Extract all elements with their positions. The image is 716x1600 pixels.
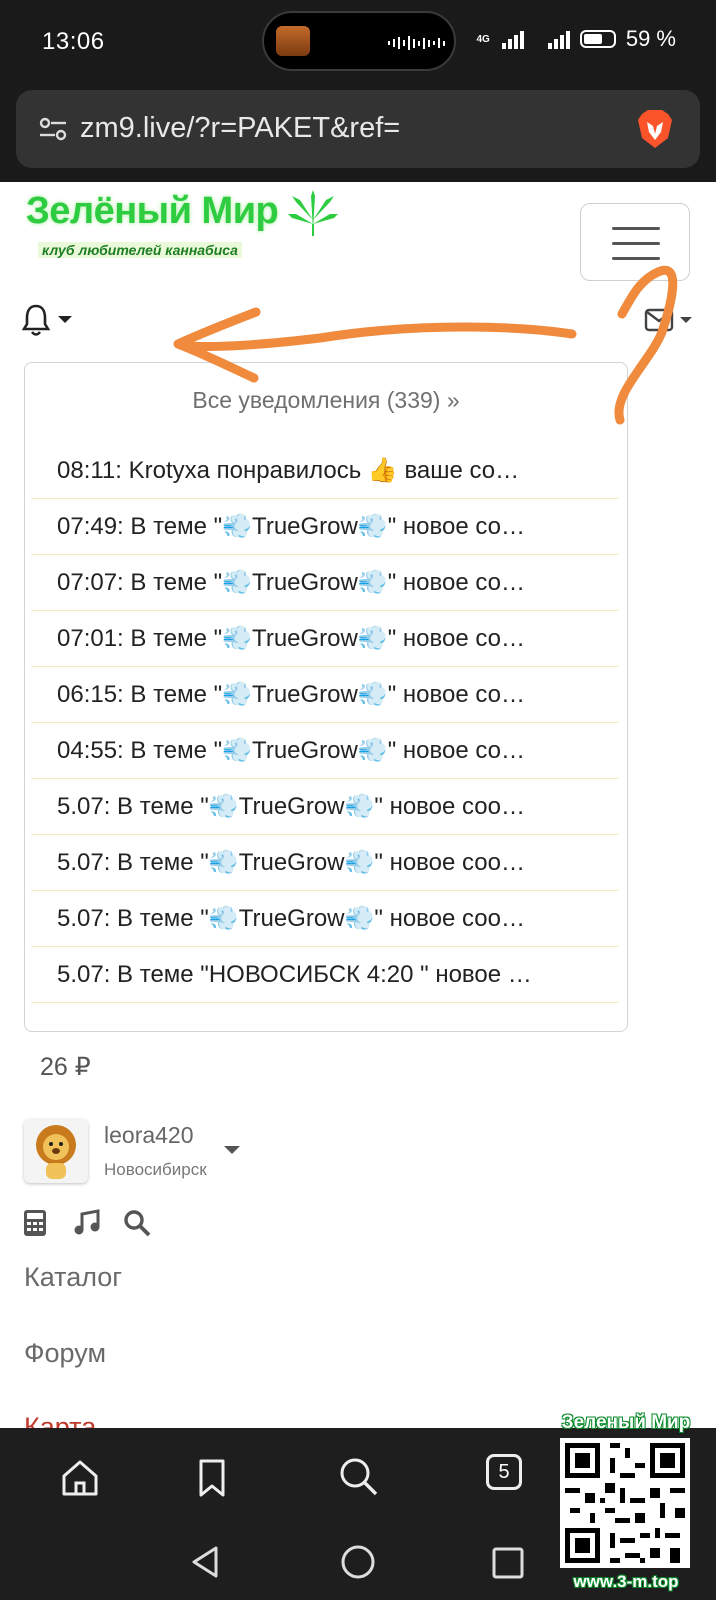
tools-row [22,1208,152,1238]
site-settings-icon[interactable] [38,114,68,144]
battery-icon [579,30,616,48]
bookmark-icon[interactable] [192,1458,232,1498]
tabs-count-button[interactable]: 5 [486,1454,522,1490]
watermark-qr: Зеленый Мир www.3-m.top [556,1412,696,1598]
menu-line [612,257,660,260]
cannabis-leaf-icon [288,190,338,236]
qr-code-image [560,1438,690,1568]
notification-item[interactable]: 5.07: В теме "💨TrueGrow💨" новое соо… [31,835,619,891]
notification-item[interactable]: 07:07: В теме "💨TrueGrow💨" новое со… [31,555,619,611]
back-nav-icon[interactable] [186,1542,226,1582]
account-balance: 26 ₽ [40,1053,91,1081]
logo-subtitle: клуб любителей каннабиса [38,242,242,258]
all-notifications-link[interactable]: Все уведомления (339) » [25,387,627,414]
menu-line [612,227,660,230]
user-city: Новосибирск [104,1160,207,1179]
home-nav-icon[interactable] [338,1542,378,1582]
notification-item[interactable]: 5.07: В теме "💨TrueGrow💨" новое соо… [31,779,619,835]
media-app-icon [276,26,310,56]
messages-mail-icon[interactable] [644,306,696,336]
search-icon[interactable] [338,1456,378,1496]
signal-icon [501,29,524,49]
lion-avatar-icon [36,1125,76,1179]
status-icons: 4G 59 % [477,26,677,52]
dynamic-island[interactable] [262,11,456,71]
audio-wave-icon [388,35,445,51]
address-bar[interactable]: zm9.live/?r=PAKET&ref= [16,90,700,168]
user-avatar[interactable] [24,1119,88,1183]
notification-item[interactable]: 08:11: Krotyxa понравилось 👍 ваше со… [31,443,619,499]
signal-icon [547,29,570,49]
calculator-icon[interactable] [22,1208,52,1238]
notification-item[interactable]: 04:55: В теме "💨TrueGrow💨" новое со… [31,723,619,779]
nav-forum-link[interactable]: Форум [24,1338,106,1369]
logo-title: Зелёный Мир [26,190,279,232]
network-type: 4G [476,33,490,45]
notifications-dropdown: Все уведомления (339) » 08:11: Krotyxa п… [24,362,628,1032]
battery-percent: 59 % [625,26,676,51]
user-menu-caret-icon[interactable] [224,1146,240,1154]
hamburger-menu-button[interactable] [580,203,690,281]
site-logo[interactable]: Зелёный Мир клуб любителей каннабиса [26,190,338,272]
nav-catalog-link[interactable]: Каталог [24,1262,122,1293]
brave-shields-icon[interactable] [636,108,674,150]
notification-item[interactable]: 06:15: В теме "💨TrueGrow💨" новое со… [31,667,619,723]
notifications-list: 08:11: Krotyxa понравилось 👍 ваше со… 07… [31,443,619,1003]
home-icon[interactable] [60,1458,100,1498]
username[interactable]: leora420 [104,1122,194,1149]
search-icon[interactable] [122,1208,152,1238]
recents-nav-icon[interactable] [488,1544,528,1584]
music-icon[interactable] [72,1208,102,1238]
notification-item[interactable]: 07:01: В теме "💨TrueGrow💨" новое со… [31,611,619,667]
watermark-url: www.3-m.top [573,1572,679,1591]
browser-toolbar: zm9.live/?r=PAKET&ref= [0,86,716,182]
notification-item[interactable]: 5.07: В теме "НОВОСИБСК 4:20 " новое … [31,947,619,1003]
notification-item[interactable]: 07:49: В теме "💨TrueGrow💨" новое со… [31,499,619,555]
notifications-bell-icon[interactable] [22,302,74,338]
watermark-title: Зеленый Мир [561,1412,691,1433]
status-bar: 13:06 4G 59 % [0,0,716,86]
url-text[interactable]: zm9.live/?r=PAKET&ref= [80,112,400,145]
status-time: 13:06 [42,28,105,55]
notification-item[interactable]: 5.07: В теме "💨TrueGrow💨" новое соо… [31,891,619,947]
menu-line [612,242,660,245]
